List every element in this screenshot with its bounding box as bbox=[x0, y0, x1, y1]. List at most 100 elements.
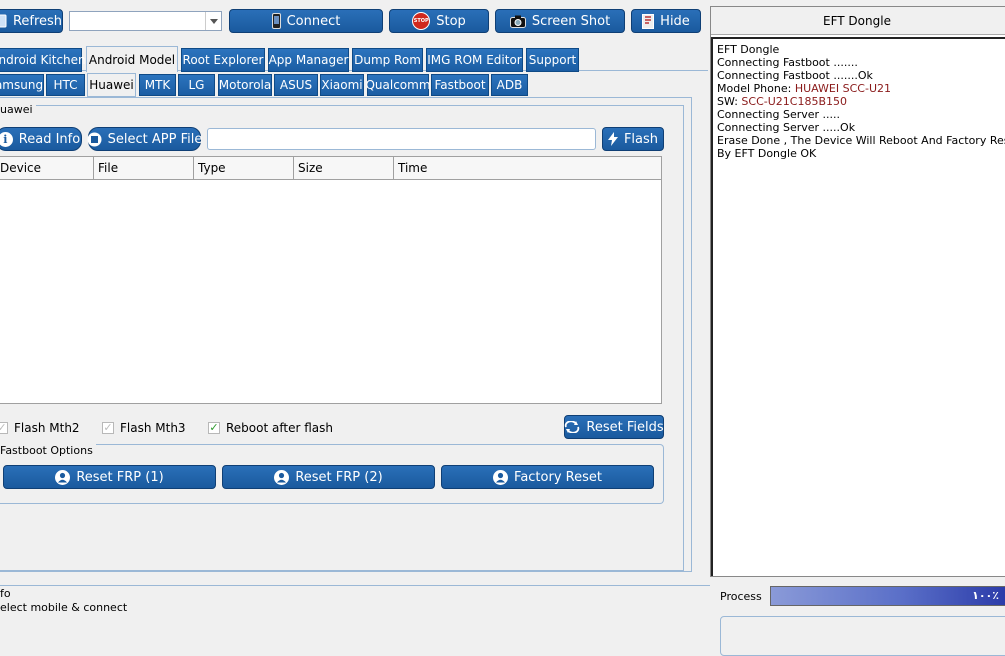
column-header-time[interactable]: Time bbox=[394, 157, 661, 179]
subtab-fastboot[interactable]: Fastboot bbox=[431, 74, 489, 96]
hide-button[interactable]: Hide bbox=[631, 9, 701, 33]
tab-label: Root Explorer bbox=[182, 53, 264, 67]
flash-button[interactable]: Flash bbox=[602, 127, 664, 151]
reboot-after-flash-checkbox[interactable]: ✓ Reboot after flash bbox=[208, 421, 333, 435]
tab-app-manager[interactable]: App Manager bbox=[268, 48, 349, 72]
subtab-label: amsung bbox=[0, 78, 44, 92]
tab-support[interactable]: Support bbox=[526, 48, 579, 72]
cycle-icon bbox=[564, 421, 580, 433]
subtab-label: HTC bbox=[53, 78, 78, 92]
disc-icon bbox=[87, 132, 102, 147]
chevron-down-icon[interactable] bbox=[205, 12, 221, 30]
column-label: Device bbox=[0, 161, 42, 175]
hide-label: Hide bbox=[660, 13, 690, 29]
subtab-mtk[interactable]: MTK bbox=[139, 74, 176, 96]
tab-root-explorer[interactable]: Root Explorer bbox=[181, 48, 265, 72]
subtab-label: Xiaomi bbox=[321, 78, 363, 92]
log-highlight: HUAWEI SCC-U21 bbox=[794, 82, 891, 95]
tab-label: Android Kitchen bbox=[0, 53, 86, 67]
reset-fields-label: Reset Fields bbox=[586, 419, 664, 435]
flash-mth2-checkbox[interactable]: ✓ Flash Mth2 bbox=[0, 421, 80, 435]
subtab-adb[interactable]: ADB bbox=[491, 74, 528, 96]
info-label: fo bbox=[0, 587, 11, 600]
log-text: SW: bbox=[717, 95, 742, 108]
subtab-huawei[interactable]: Huawei bbox=[87, 73, 136, 97]
subtab-label: Fastboot bbox=[434, 78, 486, 92]
info-separator bbox=[0, 585, 710, 586]
bottom-right-box bbox=[720, 616, 1005, 656]
fastboot-options-label: Fastboot Options bbox=[0, 444, 96, 457]
select-app-button[interactable]: Select APP File bbox=[87, 127, 203, 151]
select-app-label: Select APP File bbox=[107, 131, 203, 147]
subtab-xiaomi[interactable]: Xiaomi bbox=[320, 74, 364, 96]
log-line: Erase Done , The Device Will Reboot And … bbox=[717, 134, 1005, 147]
log-output[interactable]: EFT Dongle Connecting Fastboot ....... C… bbox=[711, 37, 1005, 576]
refresh-label: Refresh bbox=[12, 13, 63, 29]
file-table[interactable]: Device File Type Size Time bbox=[0, 156, 662, 404]
tab-android-kitchen[interactable]: Android Kitchen bbox=[0, 48, 86, 72]
file-path-input[interactable] bbox=[207, 128, 596, 150]
column-header-size[interactable]: Size bbox=[294, 157, 394, 179]
subtab-label: LG bbox=[188, 78, 205, 92]
lightning-icon bbox=[607, 132, 618, 146]
log-text: Erase Done , The Device Will Reboot And … bbox=[717, 134, 1005, 147]
log-title: EFT Dongle bbox=[823, 13, 891, 28]
tab-label: Support bbox=[528, 53, 577, 67]
connect-button[interactable]: Connect bbox=[229, 9, 383, 33]
subtab-samsung[interactable]: amsung bbox=[0, 74, 44, 96]
log-line: Connecting Fastboot ....... bbox=[717, 56, 1005, 69]
subtab-asus[interactable]: ASUS bbox=[274, 74, 318, 96]
subtab-label: MTK bbox=[144, 78, 171, 92]
column-header-device[interactable]: Device bbox=[0, 157, 94, 179]
log-line: Connecting Server .....Ok bbox=[717, 121, 1005, 134]
user-icon bbox=[55, 469, 71, 485]
process-percent: ١٠٠٪ bbox=[972, 589, 999, 602]
tab-android-model[interactable]: Android Model bbox=[86, 46, 178, 72]
reset-frp-2-label: Reset FRP (2) bbox=[295, 469, 383, 485]
log-line: Connecting Fastboot .......Ok bbox=[717, 69, 1005, 82]
stop-icon-text: STOP bbox=[413, 18, 429, 24]
factory-reset-button[interactable]: Factory Reset bbox=[441, 465, 654, 489]
checkbox-label: Flash Mth3 bbox=[120, 421, 186, 435]
column-label: Type bbox=[198, 161, 226, 175]
subtab-qualcomm[interactable]: Qualcomm bbox=[365, 74, 431, 96]
reset-frp-2-button[interactable]: Reset FRP (2) bbox=[222, 465, 435, 489]
column-label: Time bbox=[398, 161, 428, 175]
log-text: Model Phone: bbox=[717, 82, 795, 95]
info-text: elect mobile & connect bbox=[0, 601, 128, 614]
subtab-label: Qualcomm bbox=[365, 78, 431, 92]
subtab-label: ASUS bbox=[279, 78, 313, 92]
refresh-button[interactable]: Refresh bbox=[0, 9, 63, 33]
refresh-icon bbox=[0, 14, 7, 28]
reset-frp-1-button[interactable]: Reset FRP (1) bbox=[3, 465, 216, 489]
log-text: EFT Dongle bbox=[717, 43, 780, 56]
log-line: EFT Dongle bbox=[717, 43, 1005, 56]
log-line: By EFT Dongle OK bbox=[717, 147, 1005, 160]
tab-dump-rom[interactable]: Dump Rom bbox=[352, 48, 423, 72]
tab-label: Dump Rom bbox=[354, 53, 421, 67]
checkbox-label: Flash Mth2 bbox=[14, 421, 80, 435]
stop-button[interactable]: STOP Stop bbox=[389, 9, 489, 33]
process-bar: ١٠٠٪ bbox=[770, 586, 1005, 606]
column-header-file[interactable]: File bbox=[94, 157, 194, 179]
user-icon bbox=[493, 469, 509, 485]
read-info-button[interactable]: i Read Info bbox=[0, 127, 82, 151]
column-header-type[interactable]: Type bbox=[194, 157, 294, 179]
log-panel: EFT Dongle EFT Dongle Connecting Fastboo… bbox=[710, 6, 1005, 577]
log-line: Connecting Server ..... bbox=[717, 108, 1005, 121]
screenshot-button[interactable]: Screen Shot bbox=[495, 9, 625, 33]
tab-label: Android Model bbox=[88, 52, 176, 67]
reset-fields-button[interactable]: Reset Fields bbox=[564, 415, 664, 439]
stop-icon: STOP bbox=[412, 12, 431, 30]
log-line: Model Phone: HUAWEI SCC-U21 bbox=[717, 82, 1005, 95]
tab-img-rom-editor[interactable]: IMG ROM Editor bbox=[426, 48, 523, 72]
flash-mth3-checkbox[interactable]: ✓ Flash Mth3 bbox=[102, 421, 186, 435]
subtab-lg[interactable]: LG bbox=[178, 74, 215, 96]
log-title-bar: EFT Dongle bbox=[711, 7, 1005, 35]
subtab-motorola[interactable]: Motorola bbox=[218, 74, 272, 96]
port-select[interactable] bbox=[69, 11, 222, 31]
log-highlight: SCC-U21C185B150 bbox=[741, 95, 848, 108]
subtab-htc[interactable]: HTC bbox=[46, 74, 85, 96]
process-bar-fill bbox=[771, 587, 1005, 605]
hide-icon bbox=[642, 13, 655, 29]
